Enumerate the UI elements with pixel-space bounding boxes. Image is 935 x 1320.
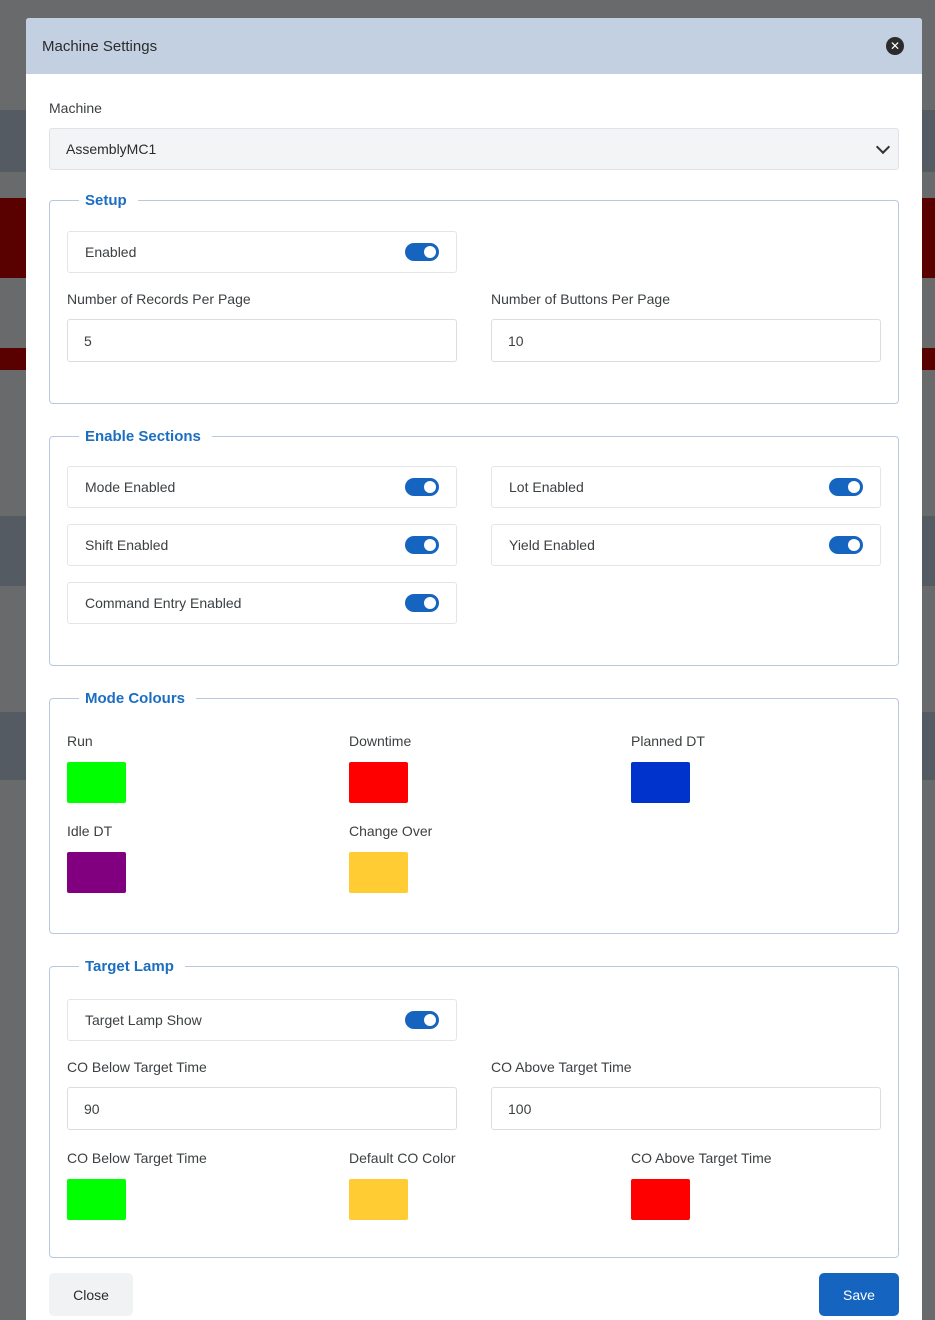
target-lamp-legend: Target Lamp	[85, 958, 174, 975]
buttons-per-page-group: Number of Buttons Per Page 10	[491, 291, 881, 362]
records-per-page-input[interactable]: 5	[67, 319, 457, 362]
co-below-colour-label: CO Below Target Time	[67, 1150, 207, 1166]
dialog-footer: Close Save	[49, 1273, 899, 1316]
enable-sections-section: Enable Sections Mode Enabled Lot Enabled…	[49, 428, 899, 666]
co-above-target-label: CO Above Target Time	[491, 1059, 632, 1075]
dialog-body: Machine AssemblyMC1 Setup Enabled Number…	[26, 74, 922, 1258]
close-icon[interactable]: ✕	[886, 37, 904, 55]
co-above-target-input[interactable]: 100	[491, 1087, 881, 1130]
shift-enabled-switch[interactable]	[405, 536, 439, 554]
lot-enabled-label: Lot Enabled	[509, 479, 584, 495]
run-colour-swatch[interactable]	[67, 762, 126, 803]
planned-dt-colour-group: Planned DT	[631, 733, 881, 823]
chevron-down-icon	[875, 139, 891, 154]
run-colour-label: Run	[67, 733, 93, 749]
machine-selected-value: AssemblyMC1	[66, 141, 157, 157]
enabled-switch[interactable]	[405, 243, 439, 261]
mode-colours-section: Mode Colours Run Downtime Planned DT Idl…	[49, 690, 899, 934]
yield-enabled-label: Yield Enabled	[509, 537, 595, 553]
shift-enabled-toggle-row: Shift Enabled	[67, 524, 457, 566]
mode-enabled-toggle-row: Mode Enabled	[67, 466, 457, 508]
co-above-colour-swatch[interactable]	[631, 1179, 690, 1220]
run-colour-group: Run	[67, 733, 349, 823]
buttons-per-page-label: Number of Buttons Per Page	[491, 291, 670, 307]
idle-dt-colour-group: Idle DT	[67, 823, 349, 913]
dialog-header: Machine Settings ✕	[26, 18, 922, 74]
co-below-target-group: CO Below Target Time 90	[67, 1059, 457, 1130]
yield-enabled-switch[interactable]	[829, 536, 863, 554]
save-button[interactable]: Save	[819, 1273, 899, 1316]
co-above-colour-group: CO Above Target Time	[631, 1150, 881, 1240]
default-co-colour-label: Default CO Color	[349, 1150, 456, 1166]
close-button[interactable]: Close	[49, 1273, 133, 1316]
downtime-colour-swatch[interactable]	[349, 762, 408, 803]
idle-dt-colour-label: Idle DT	[67, 823, 113, 839]
mode-colours-legend: Mode Colours	[85, 690, 185, 707]
target-lamp-show-toggle-row: Target Lamp Show	[67, 999, 457, 1041]
planned-dt-colour-swatch[interactable]	[631, 762, 690, 803]
machine-label: Machine	[49, 100, 102, 116]
records-per-page-label: Number of Records Per Page	[67, 291, 251, 307]
change-over-colour-label: Change Over	[349, 823, 433, 839]
enable-sections-legend: Enable Sections	[85, 428, 201, 445]
lot-enabled-switch[interactable]	[829, 478, 863, 496]
idle-dt-colour-swatch[interactable]	[67, 852, 126, 893]
yield-enabled-toggle-row: Yield Enabled	[491, 524, 881, 566]
downtime-colour-label: Downtime	[349, 733, 412, 749]
planned-dt-colour-label: Planned DT	[631, 733, 705, 749]
co-above-target-group: CO Above Target Time 100	[491, 1059, 881, 1130]
buttons-per-page-input[interactable]: 10	[491, 319, 881, 362]
shift-enabled-label: Shift Enabled	[85, 537, 169, 553]
machine-settings-dialog: Machine Settings ✕ Machine AssemblyMC1 S…	[26, 18, 922, 1320]
command-entry-enabled-toggle-row: Command Entry Enabled	[67, 582, 457, 624]
target-lamp-show-switch[interactable]	[405, 1011, 439, 1029]
enabled-label: Enabled	[85, 244, 137, 260]
records-per-page-group: Number of Records Per Page 5	[67, 291, 457, 362]
default-co-colour-swatch[interactable]	[349, 1179, 408, 1220]
target-lamp-show-label: Target Lamp Show	[85, 1012, 202, 1028]
mode-enabled-label: Mode Enabled	[85, 479, 176, 495]
change-over-colour-group: Change Over	[349, 823, 631, 913]
setup-legend: Setup	[85, 192, 127, 209]
change-over-colour-swatch[interactable]	[349, 852, 408, 893]
lot-enabled-toggle-row: Lot Enabled	[491, 466, 881, 508]
default-co-colour-group: Default CO Color	[349, 1150, 631, 1240]
downtime-colour-group: Downtime	[349, 733, 631, 823]
co-below-target-input[interactable]: 90	[67, 1087, 457, 1130]
mode-enabled-switch[interactable]	[405, 478, 439, 496]
target-lamp-section: Target Lamp Target Lamp Show CO Below Ta…	[49, 958, 899, 1258]
setup-section: Setup Enabled Number of Records Per Page…	[49, 192, 899, 404]
co-below-target-label: CO Below Target Time	[67, 1059, 207, 1075]
enabled-toggle-row: Enabled	[67, 231, 457, 273]
co-above-colour-label: CO Above Target Time	[631, 1150, 772, 1166]
command-entry-enabled-switch[interactable]	[405, 594, 439, 612]
co-below-colour-swatch[interactable]	[67, 1179, 126, 1220]
dialog-title: Machine Settings	[42, 37, 158, 55]
command-entry-enabled-label: Command Entry Enabled	[85, 595, 242, 611]
machine-select[interactable]: AssemblyMC1	[49, 128, 899, 170]
co-below-colour-group: CO Below Target Time	[67, 1150, 349, 1240]
